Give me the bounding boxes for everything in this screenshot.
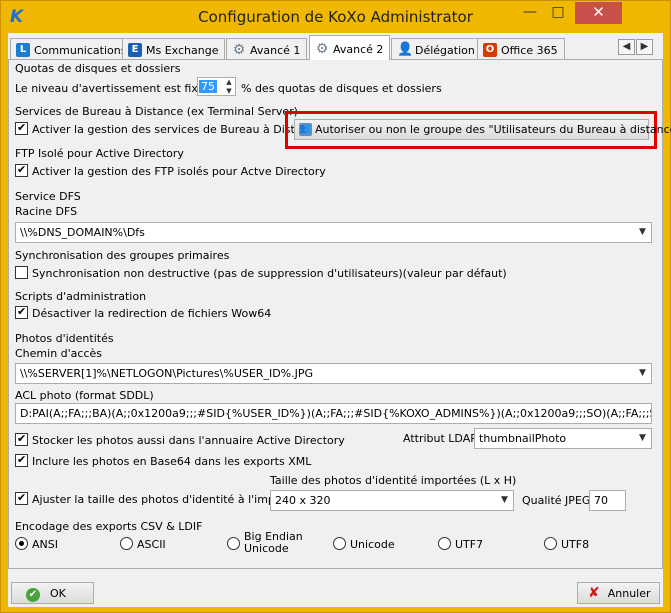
photo-size-label: Taille des photos d'identité importées (… xyxy=(270,474,517,487)
ldap-attribute-value: thumbnailPhoto xyxy=(479,432,567,445)
tab-label: Communications xyxy=(34,43,127,57)
jpeg-quality-label: Qualité JPEG xyxy=(522,494,591,507)
ftp-enable-label: Activer la gestion des FTP isolés pour A… xyxy=(32,165,326,178)
encoding-ascii-radio[interactable] xyxy=(120,537,133,550)
ftp-enable-checkbox[interactable] xyxy=(15,163,28,177)
person-icon: 👤 xyxy=(397,42,414,57)
encoding-utf8-radio[interactable] xyxy=(544,537,557,550)
tab-label: Ms Exchange xyxy=(146,43,219,57)
dfs-root-combo[interactable]: \\%DNS_DOMAIN%\Dfs ▼ xyxy=(15,222,652,243)
rds-authorize-group-button[interactable]: 👥 Autoriser ou non le groupe des "Utilis… xyxy=(294,119,671,140)
tab-label: Office 365 xyxy=(501,43,558,57)
dialog-footer: ✔ OK ✘ Annuler xyxy=(8,578,663,607)
dfs-root-label: Racine DFS xyxy=(15,205,78,218)
encoding-utf7-label: UTF7 xyxy=(455,538,484,551)
scripts-section-header: Scripts d'administration xyxy=(15,290,147,303)
photos-path-value: \\%SERVER[1]%\NETLOGON\Pictures\%USER_ID… xyxy=(20,367,314,380)
ftp-section-header: FTP Isolé pour Active Directory xyxy=(15,147,184,160)
tab-label: Avancé 1 xyxy=(250,43,301,57)
photos-acl-label: ACL photo (format SDDL) xyxy=(15,389,154,402)
dfs-root-value: \\%DNS_DOMAIN%\Dfs xyxy=(20,226,145,239)
cancel-icon: ✘ xyxy=(588,585,600,601)
ok-button[interactable]: ✔ OK xyxy=(11,582,94,604)
encoding-bigendian-radio[interactable] xyxy=(227,537,240,550)
cancel-button[interactable]: ✘ Annuler xyxy=(577,582,660,604)
encoding-utf8-label: UTF8 xyxy=(561,538,590,551)
photos-path-combo[interactable]: \\%SERVER[1]%\NETLOGON\Pictures\%USER_ID… xyxy=(15,363,652,384)
resize-photos-checkbox[interactable] xyxy=(15,491,28,505)
config-window: K Configuration de KoXo Administrator — … xyxy=(0,0,671,613)
sync-section-header: Synchronisation des groupes primaires xyxy=(15,249,230,262)
ldap-attribute-label: Attribut LDAP xyxy=(403,432,477,445)
rds-enable-checkbox[interactable] xyxy=(15,121,28,135)
rds-section-header: Services de Bureau à Distance (ex Termin… xyxy=(15,105,298,118)
quotas-prefix-label: Le niveau d'avertissement est fixé à xyxy=(15,82,215,95)
base64-checkbox[interactable] xyxy=(15,453,28,467)
tab-scroll-right-icon[interactable]: ▶ xyxy=(636,39,653,55)
users-group-icon: 👥 xyxy=(299,123,312,136)
exchange-icon: E xyxy=(128,43,142,57)
tab-label: Avancé 2 xyxy=(333,42,384,56)
communications-icon: L xyxy=(16,43,30,57)
ldap-attribute-combo[interactable]: thumbnailPhoto ▼ xyxy=(474,428,652,449)
stepper-down-icon[interactable]: ▼ xyxy=(223,87,235,95)
tab-avance-2[interactable]: ⚙ Avancé 2 xyxy=(309,35,391,60)
tab-communications[interactable]: L Communications xyxy=(10,38,134,59)
rds-authorize-group-label: Autoriser ou non le groupe des "Utilisat… xyxy=(315,123,671,136)
gear-icon: ⚙ xyxy=(315,41,329,57)
photos-section-header: Photos d'identités xyxy=(15,332,114,345)
chevron-down-icon[interactable]: ▼ xyxy=(639,433,648,444)
jpeg-quality-input[interactable]: 70 xyxy=(589,490,626,511)
sync-non-destructive-checkbox[interactable] xyxy=(15,266,28,279)
quota-warning-stepper[interactable]: 75 ▲ ▼ xyxy=(197,77,236,96)
store-photos-ad-checkbox[interactable] xyxy=(15,432,28,446)
encoding-ansi-label: ANSI xyxy=(32,538,58,551)
wow64-label: Désactiver la redirection de fichiers Wo… xyxy=(32,307,272,320)
gear-icon: ⚙ xyxy=(232,42,246,58)
tab-panel-avance-2: Quotas de disques et dossiers Le niveau … xyxy=(8,59,671,569)
stepper-up-icon[interactable]: ▲ xyxy=(223,78,235,86)
dfs-section-header: Service DFS xyxy=(15,190,81,203)
tab-avance-1[interactable]: ⚙ Avancé 1 xyxy=(226,38,308,59)
photos-acl-input[interactable]: D:PAI(A;;FA;;;BA)(A;;0x1200a9;;;#SID{%US… xyxy=(15,403,652,424)
tab-scroll-left-icon[interactable]: ◀ xyxy=(618,39,635,55)
maximize-icon[interactable]: □ xyxy=(545,2,571,24)
tab-office-365[interactable]: O Office 365 xyxy=(477,38,565,59)
encoding-ascii-label: ASCII xyxy=(137,538,166,551)
minimize-icon[interactable]: — xyxy=(517,2,543,24)
check-icon: ✔ xyxy=(26,588,40,602)
tab-ms-exchange[interactable]: E Ms Exchange xyxy=(122,38,226,59)
encoding-ansi-radio[interactable] xyxy=(15,537,28,550)
photo-size-value: 240 x 320 xyxy=(275,494,331,507)
tab-label: Délégation xyxy=(415,43,475,57)
dialog-client: L Communications E Ms Exchange ⚙ Avancé … xyxy=(8,33,671,607)
resize-photos-label: Ajuster la taille des photos d'identité … xyxy=(32,493,291,506)
quotas-section-header: Quotas de disques et dossiers xyxy=(15,62,181,75)
encoding-unicode-radio[interactable] xyxy=(333,537,346,550)
photo-size-combo[interactable]: 240 x 320 ▼ xyxy=(270,490,514,511)
cancel-label: Annuler xyxy=(607,587,651,600)
rds-enable-label: Activer la gestion des services de Burea… xyxy=(32,123,322,136)
tab-delegation[interactable]: 👤 Délégation xyxy=(391,38,482,59)
wow64-checkbox[interactable] xyxy=(15,305,28,319)
title-bar[interactable]: K Configuration de KoXo Administrator — … xyxy=(1,1,670,33)
quotas-suffix-label: % des quotas de disques et dossiers xyxy=(241,82,442,95)
tab-bar: L Communications E Ms Exchange ⚙ Avancé … xyxy=(8,33,663,60)
ok-label: OK xyxy=(50,587,66,600)
encoding-unicode-label: Unicode xyxy=(350,538,395,551)
office365-icon: O xyxy=(483,43,497,57)
base64-label: Inclure les photos en Base64 dans les ex… xyxy=(32,455,312,468)
chevron-down-icon[interactable]: ▼ xyxy=(639,227,648,238)
encoding-section-header: Encodage des exports CSV & LDIF xyxy=(15,520,203,533)
close-icon[interactable]: ✕ xyxy=(575,2,622,24)
encoding-bigendian-label: Big Endian Unicode xyxy=(244,530,303,555)
photos-path-label: Chemin d'accès xyxy=(15,347,103,360)
chevron-down-icon[interactable]: ▼ xyxy=(639,368,648,379)
store-photos-ad-label: Stocker les photos aussi dans l'annuaire… xyxy=(32,434,345,447)
quota-warning-value: 75 xyxy=(199,80,217,93)
chevron-down-icon[interactable]: ▼ xyxy=(501,495,510,506)
sync-non-destructive-label: Synchronisation non destructive (pas de … xyxy=(32,267,507,280)
encoding-utf7-radio[interactable] xyxy=(438,537,451,550)
